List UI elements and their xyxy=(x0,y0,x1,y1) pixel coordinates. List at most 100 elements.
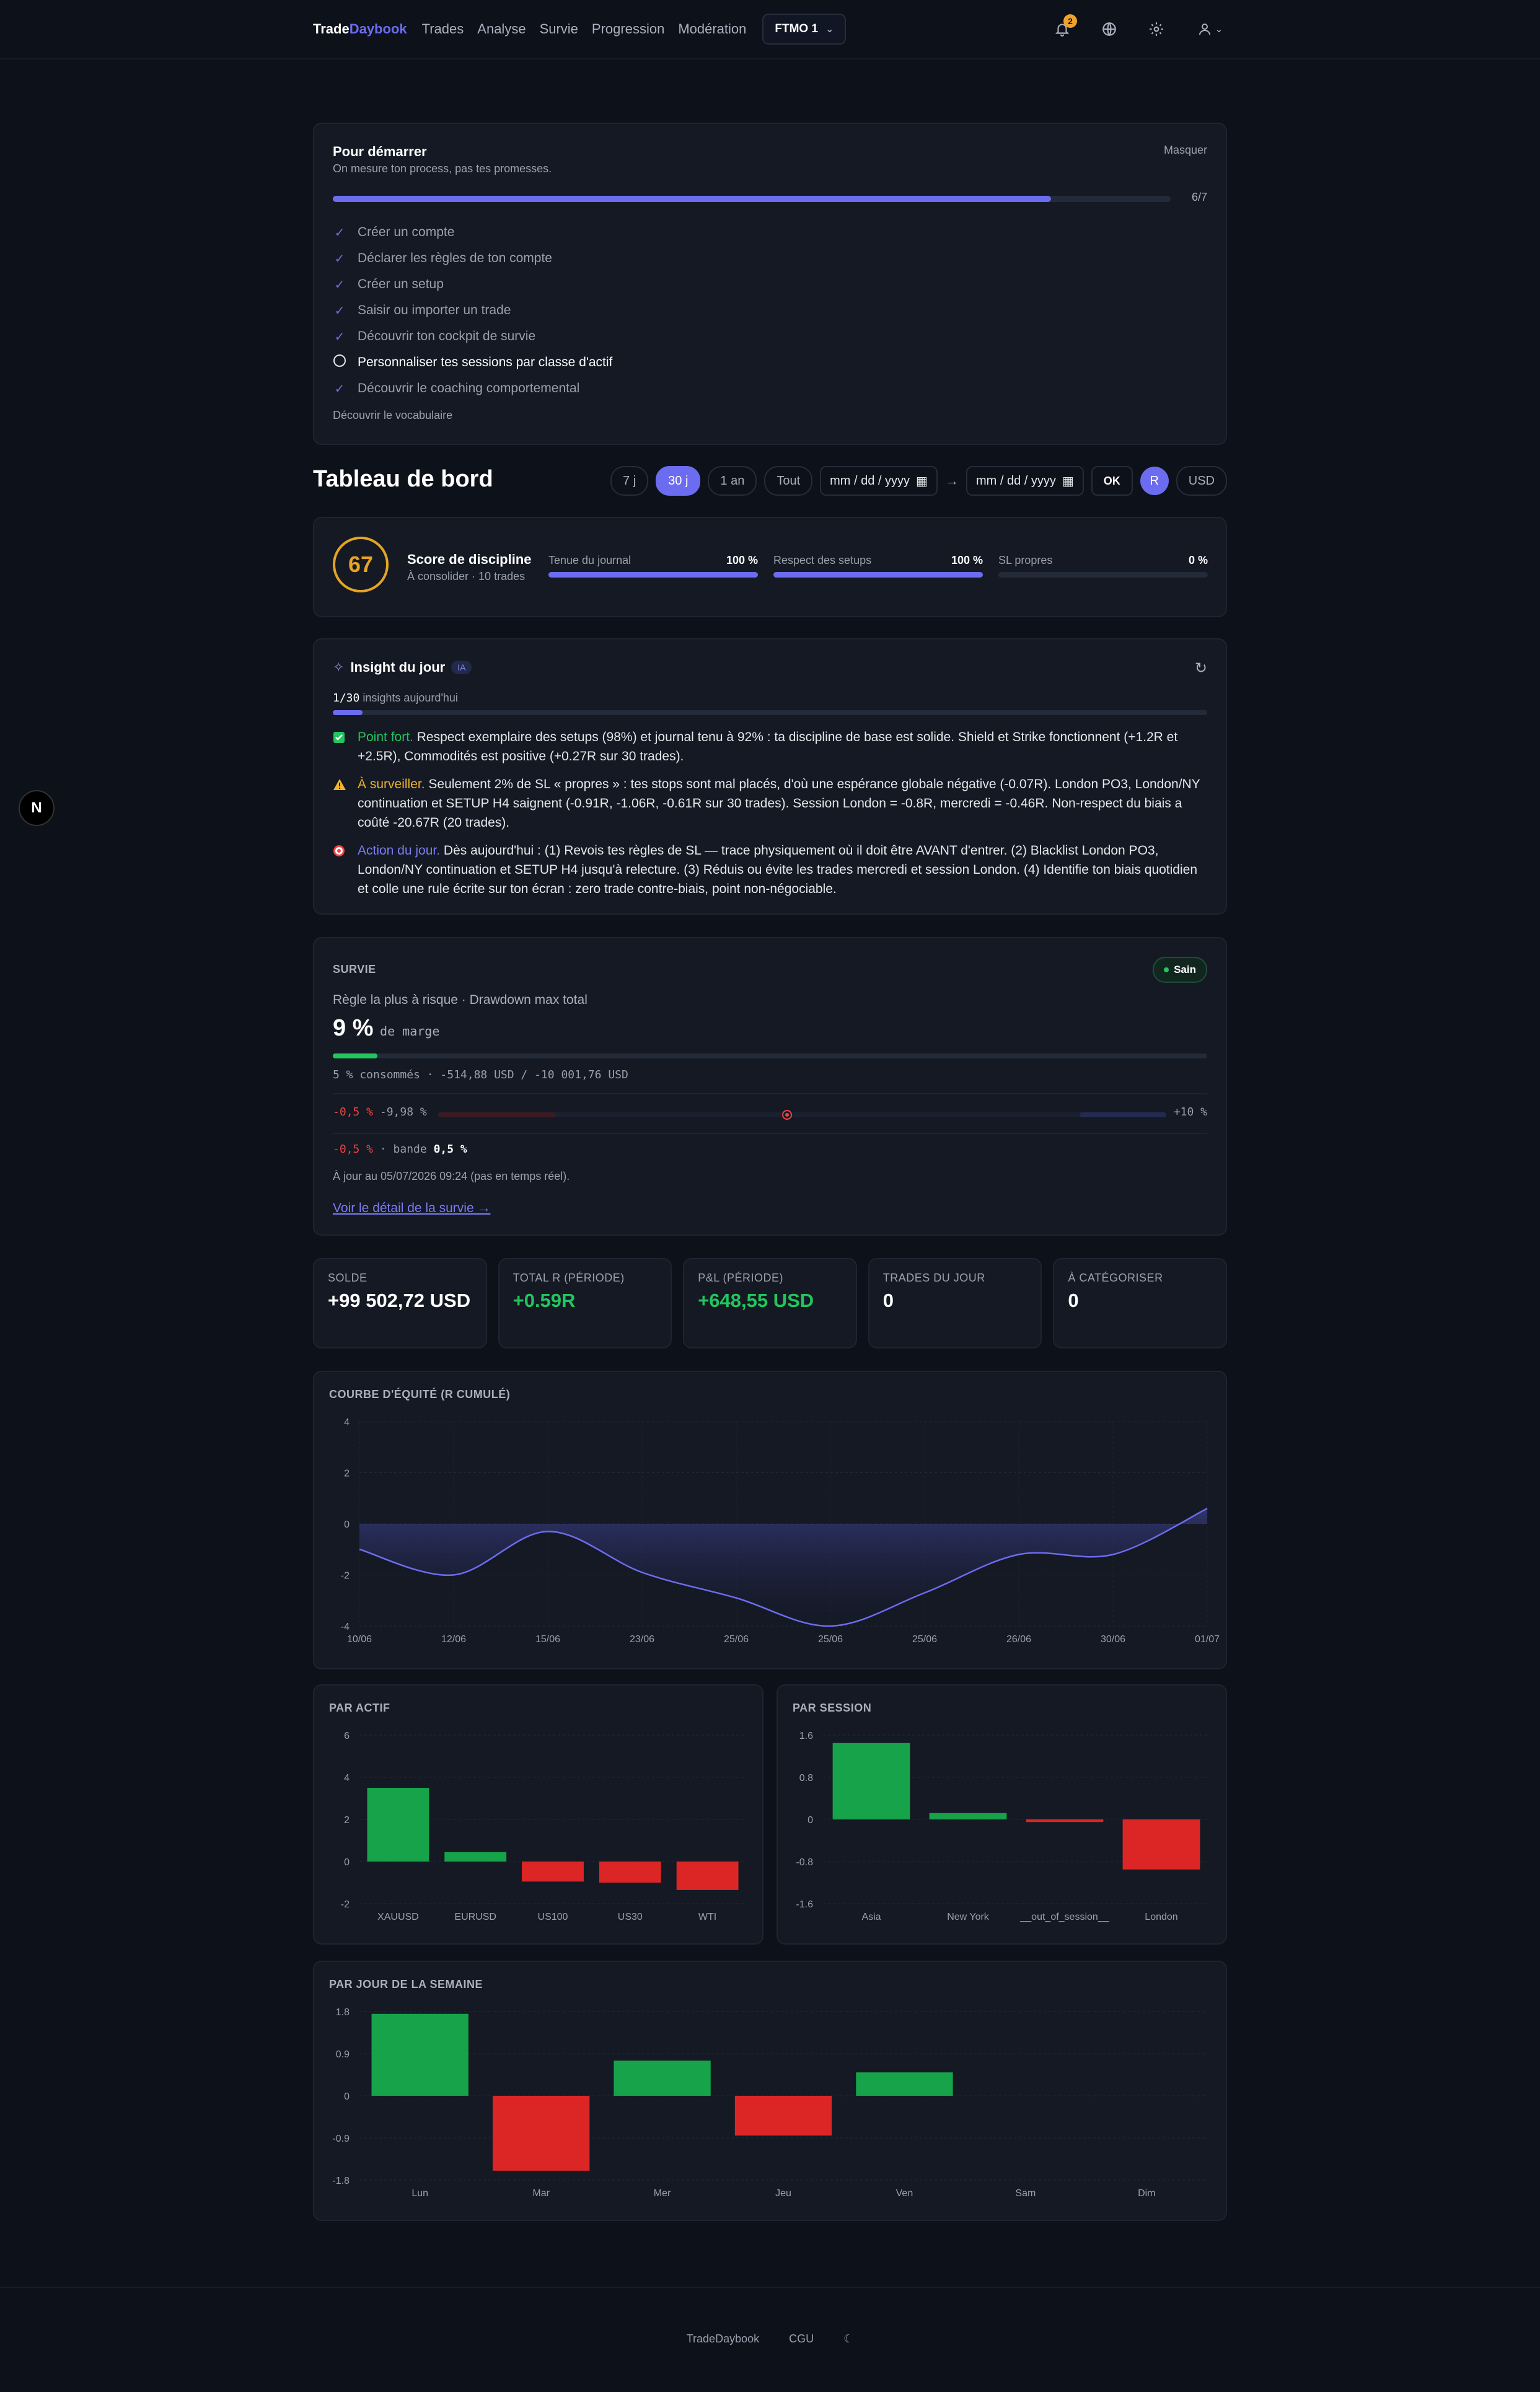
notification-badge: 2 xyxy=(1063,14,1077,28)
footer-cgu-link[interactable]: CGU xyxy=(789,2333,814,2346)
x-tick-label: 26/06 xyxy=(1006,1634,1031,1645)
x-tick-label: Mer xyxy=(654,2188,671,2199)
asset-chart: 6 4 2 0 -2 XAUUSD EURUSD US100 US30 WTI xyxy=(341,1731,746,1922)
dev-tools-button[interactable]: N xyxy=(19,790,55,826)
bar xyxy=(367,1788,429,1862)
x-tick-label: Sam xyxy=(1015,2188,1036,2199)
bar xyxy=(522,1862,584,1882)
apply-date-button[interactable]: OK xyxy=(1091,466,1133,496)
y-tick-label: 0 xyxy=(344,2091,350,2102)
unit-usd-toggle[interactable]: USD xyxy=(1176,466,1227,496)
x-tick-label: WTI xyxy=(698,1912,716,1922)
user-menu-button[interactable]: ⌄ xyxy=(1194,19,1227,39)
checklist-item[interactable]: ✓ Découvrir ton cockpit de survie xyxy=(333,323,612,350)
bar xyxy=(929,1813,1007,1819)
nav-moderation[interactable]: Modération xyxy=(678,21,746,37)
hide-onboarding-button[interactable]: Masquer xyxy=(1164,144,1207,157)
kpi-pnl: P&L (PÉRIODE) +648,55 USD xyxy=(683,1258,857,1348)
refresh-icon[interactable]: ↻ xyxy=(1195,659,1207,677)
insight-card: ✧ Insight du jour IA ↻ 1/30 insights auj… xyxy=(313,638,1227,915)
checkbox-icon xyxy=(333,730,346,766)
nav-progression[interactable]: Progression xyxy=(592,21,664,37)
insight-title: Insight du jour xyxy=(350,659,446,675)
nav-trades[interactable]: Trades xyxy=(422,21,464,37)
checklist-item[interactable]: Personnaliser tes sessions par classe d'… xyxy=(333,350,612,376)
period-7d[interactable]: 7 j xyxy=(610,466,649,496)
y-tick-label: 1.6 xyxy=(799,1731,813,1741)
date-end-input[interactable]: mm / dd / yyyy ▦ xyxy=(966,466,1084,496)
account-selector[interactable]: FTMO 1 ⌄ xyxy=(762,14,847,45)
x-tick-label: __out_of_session__ xyxy=(1019,1912,1109,1922)
bar xyxy=(1122,1819,1200,1870)
checklist-item[interactable]: ✓ Saisir ou importer un trade xyxy=(333,297,612,323)
nav-survie[interactable]: Survie xyxy=(540,21,578,37)
onboarding-progress-text: 6/7 xyxy=(1191,191,1207,203)
x-tick-label: Lun xyxy=(411,2188,428,2199)
nav-analyse[interactable]: Analyse xyxy=(477,21,526,37)
y-tick-label: 0 xyxy=(344,1519,350,1530)
x-tick-label: 25/06 xyxy=(912,1634,937,1645)
x-tick-label: 12/06 xyxy=(441,1634,466,1645)
x-tick-label: 01/07 xyxy=(1195,1634,1220,1645)
bar xyxy=(614,2060,711,2096)
check-icon: ✓ xyxy=(334,382,345,396)
status-badge: Sain xyxy=(1153,957,1207,983)
language-button[interactable] xyxy=(1099,19,1119,39)
period-1y[interactable]: 1 an xyxy=(708,466,757,496)
warning-icon xyxy=(333,777,346,832)
check-icon: ✓ xyxy=(334,252,345,266)
bar xyxy=(444,1852,507,1862)
y-tick-label: 4 xyxy=(344,1773,350,1783)
top-nav: TradeDaybook Trades Analyse Survie Progr… xyxy=(0,0,1540,59)
chevron-down-icon: ⌄ xyxy=(1215,24,1223,35)
page-title: Tableau de bord xyxy=(313,466,493,492)
y-tick-label: -4 xyxy=(341,1622,350,1632)
calendar-icon: ▦ xyxy=(1062,474,1074,488)
session-chart: 1.6 0.8 0 -0.8 -1.6 Asia New York __out_of_sess… xyxy=(796,1731,1210,1922)
period-30d[interactable]: 30 j xyxy=(656,466,701,496)
x-tick-label: 10/06 xyxy=(347,1634,372,1645)
x-tick-label: Mar xyxy=(532,2188,550,2199)
calendar-icon: ▦ xyxy=(916,474,928,488)
notification-button[interactable]: 2 xyxy=(1052,14,1077,39)
settings-button[interactable] xyxy=(1146,19,1166,39)
y-tick-label: 2 xyxy=(344,1469,350,1479)
survival-detail-link[interactable]: Voir le détail de la survie → xyxy=(333,1201,490,1216)
asset-chart-card: PAR ACTIF 6 4 2 0 -2 XAUUSD EURUSD US100 US30 WTI xyxy=(313,1684,763,1945)
user-icon xyxy=(1199,24,1211,35)
checklist-item[interactable]: ✓ Déclarer les règles de ton compte xyxy=(333,245,612,271)
margin-value: 9 % de marge xyxy=(333,1015,440,1041)
insight-header: ✧ Insight du jour IA xyxy=(333,659,472,675)
insight-count: 1/30 insights aujourd'hui xyxy=(333,692,458,705)
discipline-score: 67 xyxy=(333,537,389,592)
survival-card: SURVIE Sain Règle la plus à risque · Dra… xyxy=(313,937,1227,1236)
x-tick-label: 23/06 xyxy=(630,1634,654,1645)
x-tick-label: Ven xyxy=(896,2188,913,2199)
checklist-item[interactable]: ✓ Créer un setup xyxy=(333,271,612,297)
kpi-total-r: TOTAL R (PÉRIODE) +0.59R xyxy=(498,1258,672,1348)
check-icon: ✓ xyxy=(334,278,345,292)
footer: TradeDaybook CGU ☾ xyxy=(0,2287,1540,2392)
equity-area xyxy=(359,1508,1207,1627)
vocabulary-link[interactable]: Découvrir le vocabulaire xyxy=(333,409,452,422)
y-tick-label: 4 xyxy=(344,1417,350,1428)
bar xyxy=(599,1862,661,1883)
date-range-arrow: → xyxy=(944,473,959,488)
equity-chart-card: COURBE D'ÉQUITÉ (R CUMULÉ) 4 2 0 -2 -4 10/06 1… xyxy=(313,1371,1227,1669)
moon-icon[interactable]: ☾ xyxy=(843,2333,853,2346)
check-icon: ✓ xyxy=(334,226,345,240)
checklist-item[interactable]: ✓ Découvrir le coaching comportemental xyxy=(333,376,612,402)
footer-brand-link[interactable]: TradeDaybook xyxy=(687,2333,759,2346)
date-start-input[interactable]: mm / dd / yyyy ▦ xyxy=(820,466,938,496)
period-all[interactable]: Tout xyxy=(764,466,813,496)
checklist-item[interactable]: ✓ Créer un compte xyxy=(333,219,612,245)
ia-badge: IA xyxy=(451,661,472,674)
brand-logo[interactable]: TradeDaybook xyxy=(313,21,407,37)
onboarding-subtitle: On mesure ton process, pas tes promesses… xyxy=(333,162,552,175)
y-tick-label: -1.8 xyxy=(332,2176,350,2186)
x-tick-label: 15/06 xyxy=(535,1634,560,1645)
unit-r-toggle[interactable]: R xyxy=(1140,467,1169,495)
update-timestamp: À jour au 05/07/2026 09:24 (pas en temps… xyxy=(333,1170,570,1182)
globe-icon xyxy=(1102,22,1116,36)
onboarding-card: Pour démarrer On mesure ton process, pas… xyxy=(313,123,1227,445)
